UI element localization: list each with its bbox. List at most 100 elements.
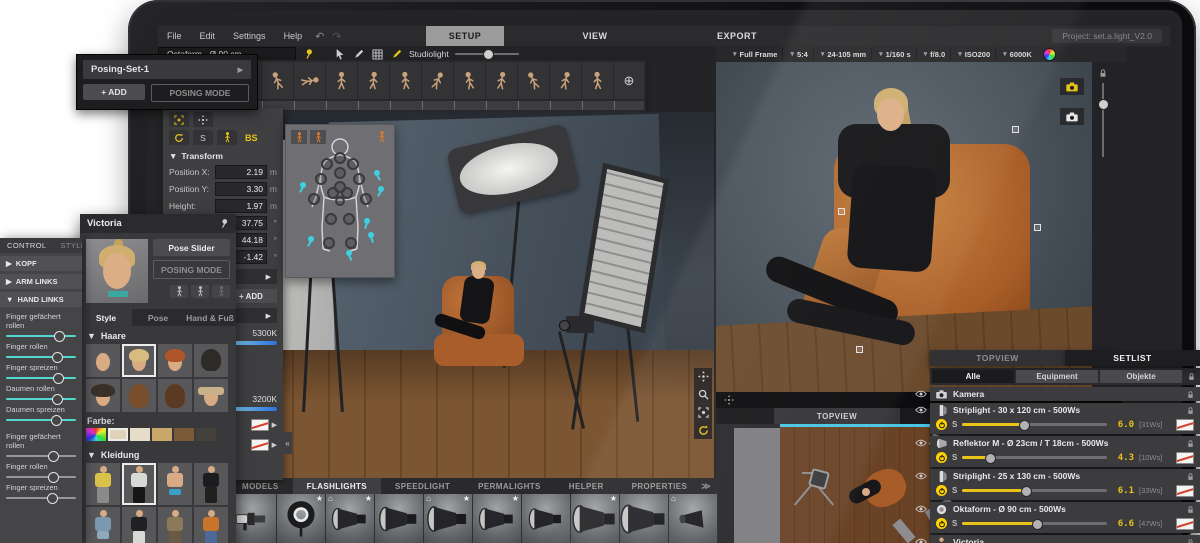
collapse-triangle-icon[interactable]: ▼	[87, 450, 96, 460]
slider-track[interactable]	[6, 352, 76, 363]
setlist-row-light[interactable]: Oktaform - Ø 90 cm - 500Ws S 6.6 [47Ws]	[912, 502, 1200, 533]
pose-thumbnail[interactable]	[454, 62, 485, 99]
pin-icon[interactable]	[302, 48, 315, 61]
tab-permalights[interactable]: PERMALIGHTS	[464, 478, 555, 494]
camera-zoom-slider[interactable]	[1098, 83, 1109, 157]
slider-track[interactable]	[6, 373, 76, 384]
lock-icon[interactable]	[1186, 538, 1195, 543]
pose-thumbnail[interactable]	[358, 62, 389, 99]
clothing-thumbnail-selected[interactable]	[122, 463, 156, 505]
color-wheel-icon[interactable]	[1042, 47, 1056, 61]
pose-slider-button[interactable]: Pose Slider	[153, 239, 230, 256]
gel-color-swatch[interactable]	[250, 439, 269, 451]
body-joint-map[interactable]	[286, 125, 394, 277]
gel-color-swatch[interactable]	[1176, 451, 1194, 464]
cursor-tool-icon[interactable]	[333, 48, 346, 61]
power-slider[interactable]	[962, 486, 1107, 497]
add-camera-button[interactable]	[1060, 108, 1084, 125]
redo-icon[interactable]: ↷	[328, 30, 345, 43]
power-toggle[interactable]	[936, 518, 947, 529]
rotate-model-left-icon[interactable]	[191, 285, 209, 298]
body-map-mode-icon[interactable]	[310, 130, 326, 144]
pan-tool-icon[interactable]	[698, 371, 709, 382]
hair-thumbnail[interactable]	[122, 379, 156, 412]
tab-control[interactable]: CONTROL	[0, 241, 53, 250]
model-figure[interactable]	[458, 275, 496, 325]
flashlight-thumbnail[interactable]	[620, 494, 668, 543]
menu-help[interactable]: Help	[275, 31, 312, 41]
selection-handle[interactable]	[856, 346, 863, 353]
filter-alle[interactable]: Alle	[932, 370, 1014, 383]
flashlight-thumbnail[interactable]: ★	[277, 494, 325, 543]
aspect-ratio-select[interactable]: ▾ 5:4	[785, 48, 814, 60]
setlist-row-light[interactable]: Striplight - 25 x 130 cm - 500Ws S 6.1 [33…	[912, 469, 1200, 500]
height-field[interactable]: 1.97	[215, 199, 267, 213]
section-hand-links[interactable]: ▼ HAND LINKS	[0, 292, 82, 307]
undo-icon[interactable]: ↶	[311, 30, 328, 43]
power-toggle[interactable]	[936, 452, 947, 463]
flashlight-thumbnail[interactable]: ⌂	[669, 494, 717, 543]
lock-icon[interactable]	[1186, 439, 1195, 448]
pose-thumbnail[interactable]	[390, 62, 421, 99]
gel-color-swatch[interactable]	[1176, 484, 1194, 497]
gel-color-swatch[interactable]	[250, 419, 269, 431]
filter-objekte[interactable]: Objekte	[1100, 370, 1182, 383]
grid-tool-icon[interactable]	[371, 48, 384, 61]
favorite-star-icon[interactable]: ★	[512, 494, 519, 503]
focus-frame-icon[interactable]	[698, 407, 709, 418]
hair-color-swatch[interactable]	[174, 428, 194, 441]
s-mode-button[interactable]: S	[193, 130, 213, 145]
body-map-figure-icon[interactable]	[377, 131, 387, 143]
camera-preview[interactable]	[716, 62, 1092, 392]
clothing-thumbnail[interactable]	[194, 507, 228, 543]
hair-color-swatch[interactable]	[196, 428, 216, 441]
posing-mode-button[interactable]: POSING MODE	[153, 260, 230, 279]
pin-icon[interactable]	[219, 218, 229, 229]
favorite-star-icon[interactable]: ★	[365, 494, 372, 503]
draw-line-tool-icon[interactable]	[390, 48, 403, 61]
selection-handle[interactable]	[1012, 126, 1019, 133]
section-kopf[interactable]: ▶ KOPF	[0, 256, 82, 271]
eye-icon[interactable]	[912, 502, 930, 533]
flashlight-thumbnail[interactable]: ★	[473, 494, 521, 543]
position-y-field[interactable]: 3.30	[215, 182, 267, 196]
setlist-row-kamera[interactable]: Kamera	[912, 387, 1200, 401]
tab-export[interactable]: EXPORT	[698, 26, 776, 46]
tab-view[interactable]: VIEW	[556, 26, 634, 46]
hair-thumbnail[interactable]	[86, 344, 120, 377]
power-toggle[interactable]	[936, 419, 947, 430]
lock-icon[interactable]	[1186, 406, 1195, 415]
menu-file[interactable]: File	[158, 31, 191, 41]
setlist-row-light[interactable]: Striplight - 30 x 120 cm - 500Ws S 6.0 [31…	[912, 403, 1200, 434]
active-camera-button[interactable]	[1060, 78, 1084, 95]
menu-settings[interactable]: Settings	[224, 31, 275, 41]
body-map-mode-icon[interactable]	[291, 130, 307, 144]
add-pose-button[interactable]: ⊕	[614, 62, 644, 99]
slider-track[interactable]	[6, 331, 76, 342]
tab-style2[interactable]: STYLE	[53, 241, 82, 250]
power-slider[interactable]	[962, 420, 1107, 431]
tab-hand-fuss[interactable]: Hand & Fuß	[184, 309, 236, 326]
figure-mode-icon[interactable]	[217, 130, 237, 145]
selection-handle[interactable]	[838, 208, 845, 215]
filter-equipment[interactable]: Equipment	[1016, 370, 1098, 383]
hair-color-rainbow-swatch[interactable]	[86, 428, 106, 441]
pose-thumbnail[interactable]	[550, 62, 581, 99]
hair-thumbnail[interactable]	[158, 379, 192, 412]
favorite-star-icon[interactable]: ★	[463, 494, 470, 503]
posing-set-select[interactable]: Posing-Set-1 ▶	[83, 60, 251, 79]
light-mode-icon[interactable]	[169, 130, 189, 145]
hair-thumbnail[interactable]	[194, 379, 228, 412]
setlist-row-light[interactable]: Reflektor M - Ø 23cm / T 18cm - 500Ws S4…	[912, 436, 1200, 467]
tab-speedlight[interactable]: SPEEDLIGHT	[381, 478, 464, 494]
clothing-thumbnail[interactable]	[158, 507, 192, 543]
setlist-row-victoria[interactable]: Victoria	[912, 535, 1200, 543]
position-x-field[interactable]: 2.19	[215, 165, 267, 179]
tab-topview[interactable]: TOPVIEW	[930, 350, 1065, 366]
pose-thumbnail[interactable]	[518, 62, 549, 99]
hair-thumbnail[interactable]	[86, 379, 120, 412]
slider-track[interactable]	[6, 493, 76, 504]
add-posing-set-button[interactable]: + ADD	[83, 84, 145, 100]
lens-select[interactable]: ▾ 24-105 mm	[816, 48, 873, 60]
pose-thumbnail[interactable]	[422, 62, 453, 99]
